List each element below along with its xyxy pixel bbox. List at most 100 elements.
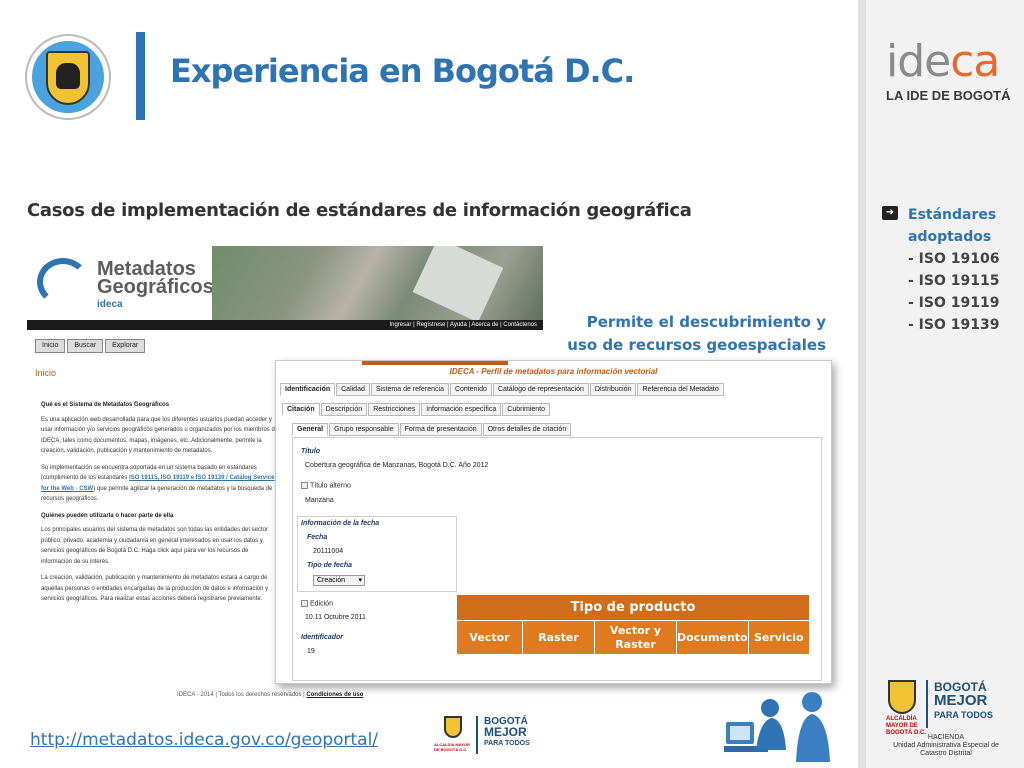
ideca-logo: ideca LA IDE DE BOGOTÁ [886,40,1011,104]
portal-banner: Metadatos Geográficos ideca Ingresar | R… [27,246,543,330]
tab-inicio[interactable]: Inicio [35,339,66,353]
seal-shield-icon [46,51,90,105]
titulo-label: Título [301,448,321,455]
tipo-fecha-label: Tipo de fecha [307,562,352,569]
slide: Experiencia en Bogotá D.C. Casos de impl… [0,0,1024,768]
product-type-header: Tipo de producto [456,594,810,621]
portal-para-1: Es una aplicación web desarrollada para … [41,416,279,455]
portal-brand-line-2: Geográficos [97,276,214,298]
tab-general[interactable]: General [292,423,329,436]
logo-separator [926,680,928,728]
identificador-label: Identificador [301,634,344,641]
tab-distribucion[interactable]: Distribución [589,383,637,396]
standard-item: - ISO 19106 [908,251,1000,267]
tab-otros-detalles[interactable]: Otros detalles de citación [482,423,572,436]
edicion-text: Edición [310,600,333,608]
unidad-text: Unidad Administrativa Especial de Catast… [893,742,999,757]
slide-subtitle: Casos de implementación de estándares de… [27,200,692,221]
bullet-title-line-2: adoptados [908,229,992,245]
fecha-label: Fecha [307,534,328,541]
ideca-wordmark-gray: ide [886,36,951,87]
ideca-tagline: LA IDE DE BOGOTÁ [886,88,1011,103]
portal-swoosh-icon [37,258,89,306]
portal-footer: IDECA - 2014 | Todos los derechos reserv… [177,692,363,698]
tab-calidad[interactable]: Calidad [336,383,370,396]
info-fecha-label: Información de la fecha [301,520,380,527]
tab-restricciones[interactable]: Restricciones [368,403,421,416]
tab-informacion-especifica[interactable]: Información específica [421,403,502,416]
slide-title: Experiencia en Bogotá D.C. [170,52,635,90]
tipo-fecha-select[interactable]: Creación [313,575,365,586]
product-cell-vector-raster: Vector y Raster [594,620,677,655]
para-todos-word: PARA TODOS [934,710,993,720]
bogota-seal-logo [27,36,109,118]
titulo-alterno-label: Título alterno [301,482,351,489]
tab-descripcion[interactable]: Descripción [320,403,368,416]
tab-forma-presentacion[interactable]: Forma de presentación [399,423,482,436]
alcaldia-hacienda-logo: ALCALDÍA MAYOR DE BOGOTÁ D.C. BOGOTÁ MEJ… [886,676,1010,758]
product-type-table: Tipo de producto Vector Raster Vector y … [456,594,811,655]
form-accent-bar [362,361,508,365]
bogota-mejor-logo: BOGOTÁ MEJOR PARA TODOS [934,680,993,722]
right-sidebar: ideca LA IDE DE BOGOTÁ ➜ Estándares adop… [858,0,1024,768]
standard-item: - ISO 19119 [908,295,1000,311]
product-cell-raster: Raster [522,620,595,655]
portal-top-nav-links[interactable]: Ingresar | Regístrese | Ayuda | Acerca d… [389,320,537,330]
portal-para-2: Su implementación se encuentra soportada… [41,463,281,505]
tab-explorar[interactable]: Explorar [105,339,146,353]
titulo-alterno-value[interactable]: Manzana [305,497,334,504]
hacienda-word: HACIENDA [927,734,965,741]
tab-identificacion[interactable]: Identificación [280,383,336,396]
portal-logo-area: Metadatos Geográficos ideca [27,246,214,330]
bogota-mejor-small: BOGOTÁ MEJOR PARA TODOS [484,716,530,749]
bullet-title-line-1: Estándares [908,207,997,223]
hacienda-text: HACIENDA Unidad Administrativa Especial … [886,734,1006,758]
portal-heading-2: Quiénes pueden utilizarla o hacer parte … [41,512,174,519]
callout-line-2: uso de recursos geoespaciales [567,336,826,354]
para-todos-word: PARA TODOS [484,740,530,747]
portal-brand: Metadatos Geográficos ideca [97,259,214,314]
checkbox-icon[interactable] [301,600,308,607]
eagle-icon [56,63,80,89]
titulo-alterno-text: Título alterno [310,482,351,490]
portal-footer-text: IDECA - 2014 | Todos los derechos reserv… [177,692,307,698]
ideca-wordmark: ideca [886,40,1010,84]
tab-citacion[interactable]: Citación [282,403,320,416]
tab-catalogo[interactable]: Catálogo de representación [492,383,589,396]
geoportal-link[interactable]: http://metadatos.ideca.gov.co/geoportal/ [30,730,378,750]
tab-contenido[interactable]: Contenido [449,383,492,396]
tab-cubrimiento[interactable]: Cubrimiento [502,403,551,416]
fecha-value[interactable]: 20111004 [313,548,343,555]
tab-referencia-metadato[interactable]: Referencia del Metadato [637,383,724,396]
portal-tabs: Inicio Buscar Explorar [35,339,147,353]
portal-brand-line-3: ideca [97,299,123,310]
alcaldia-text-small: ALCALDÍA MAYOR DE BOGOTÁ D.C. [434,742,470,752]
form-title: IDECA - Perfil de metadatos para informa… [449,367,658,376]
standards-bullet: ➜ Estándares adoptados - ISO 19106 - ISO… [882,204,1024,336]
computer-users-clipart-icon [724,692,830,762]
standard-item: - ISO 19139 [908,317,1000,333]
form-tabs-level-1: Identificación Calidad Sistema de refere… [280,383,725,396]
mejor-word: MEJOR [484,725,527,739]
callout-text: Permite el descubrimiento y uso de recur… [560,311,826,357]
tab-buscar[interactable]: Buscar [67,339,104,353]
titulo-value[interactable]: Cobertura geográfica de Manzanas, Bogotá… [305,462,488,469]
portal-para-3: Los principales usuarios del sistema de … [41,527,268,565]
edicion-label: Edición [301,600,333,607]
product-cell-vector: Vector [456,620,523,655]
checkbox-icon[interactable] [301,482,308,489]
edicion-value[interactable]: 10.11 Octubre 2011 [305,614,366,621]
tab-grupo-responsable[interactable]: Grupo responsable [329,423,399,436]
logo-separator [476,716,478,754]
mejor-word: MEJOR [934,692,988,709]
conditions-link[interactable]: Condiciones de uso [306,692,363,698]
tab-sistema-referencia[interactable]: Sistema de referencia [370,383,449,396]
ideca-wordmark-orange: ca [950,36,1000,87]
portal-heading-1: Qué es el Sistema de Metadatos Geográfic… [41,402,170,408]
identificador-value[interactable]: 19 [307,648,315,655]
portal-top-nav: Ingresar | Regístrese | Ayuda | Acerca d… [27,320,543,330]
title-divider [136,32,145,120]
arrow-right-icon: ➜ [882,206,898,220]
product-cell-servicio: Servicio [747,620,811,655]
shield-icon [444,716,462,738]
